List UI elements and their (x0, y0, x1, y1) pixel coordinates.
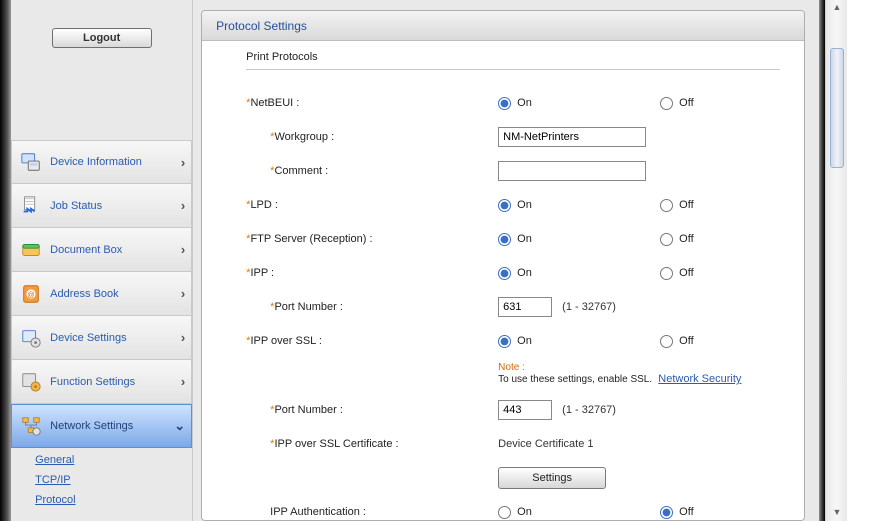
outer-scrollbar[interactable]: ▲ ▼ (825, 0, 847, 521)
row-workgroup: *Workgroup : (246, 120, 780, 154)
viewport: Logout Device Information › Job Status › (0, 0, 871, 521)
note-title: Note : (498, 362, 780, 373)
ipp-ssl-cert-value: Device Certificate 1 (498, 438, 648, 450)
ipp-ssl-on[interactable]: On (498, 335, 648, 348)
frame-gradient-left (0, 0, 11, 521)
document-box-icon (18, 237, 44, 263)
label-ipp-ssl-cert: *IPP over SSL Certificate : (246, 438, 486, 450)
address-book-icon: @ (18, 281, 44, 307)
netbeui-on[interactable]: On (498, 97, 648, 110)
page-title: Protocol Settings (216, 19, 307, 33)
ipp-ssl-port-hint: (1 - 32767) (562, 404, 616, 416)
content-card: Protocol Settings Print Protocols *NetBE… (201, 10, 805, 521)
logout-button[interactable]: Logout (52, 28, 152, 48)
content-frame: Logout Device Information › Job Status › (0, 0, 825, 521)
chevron-right-icon: › (181, 286, 185, 301)
device-settings-icon (18, 325, 44, 351)
svg-text:@: @ (27, 289, 34, 298)
sidebar-item-label: Document Box (50, 244, 122, 256)
label-ipp-ssl: *IPP over SSL : (246, 335, 486, 347)
scroll-up-icon[interactable]: ▲ (831, 2, 843, 14)
settings-button[interactable]: Settings (498, 467, 606, 489)
sidebar-sublinks: General TCP/IP Protocol (11, 448, 192, 516)
label-ipp: *IPP : (246, 267, 486, 279)
ftp-off[interactable]: Off (660, 233, 780, 246)
label-ipp-ssl-port: *Port Number : (246, 404, 486, 416)
function-settings-icon (18, 369, 44, 395)
netbeui-off[interactable]: Off (660, 97, 780, 110)
scroll-thumb[interactable] (830, 48, 844, 168)
main: Protocol Settings Print Protocols *NetBE… (193, 0, 819, 521)
network-settings-icon (18, 413, 44, 439)
label-lpd: *LPD : (246, 199, 486, 211)
lpd-off[interactable]: Off (660, 199, 780, 212)
section-title: Print Protocols (246, 51, 780, 63)
ipp-port-hint: (1 - 32767) (562, 301, 616, 313)
chevron-right-icon: › (181, 242, 185, 257)
panel: Logout Device Information › Job Status › (11, 0, 819, 521)
device-information-icon (18, 149, 44, 175)
sidebar: Logout Device Information › Job Status › (11, 0, 193, 521)
sidebar-item-label: Network Settings (50, 420, 133, 432)
workgroup-input[interactable] (498, 127, 646, 147)
ipp-ssl-off[interactable]: Off (660, 335, 780, 348)
note-link-network-security[interactable]: Network Security (658, 373, 741, 385)
card-header: Protocol Settings (202, 11, 804, 41)
row-ipp-ssl: *IPP over SSL : On Off (246, 324, 780, 358)
label-ipp-port: *Port Number : (246, 301, 486, 313)
sublink-tcpip[interactable]: TCP/IP (35, 474, 70, 486)
sublink-general[interactable]: General (35, 454, 74, 466)
sidebar-item-document-box[interactable]: Document Box › (11, 228, 192, 272)
label-netbeui: *NetBEUI : (246, 97, 486, 109)
comment-input[interactable] (498, 161, 646, 181)
label-comment: *Comment : (246, 165, 486, 177)
row-netbeui: *NetBEUI : On Off (246, 86, 780, 120)
label-ipp-auth: IPP Authentication : (246, 506, 486, 518)
sidebar-item-device-settings[interactable]: Device Settings › (11, 316, 192, 360)
ipp-port-input[interactable] (498, 297, 552, 317)
sidebar-item-address-book[interactable]: @ Address Book › (11, 272, 192, 316)
chevron-right-icon: › (181, 330, 185, 345)
ipp-on[interactable]: On (498, 267, 648, 280)
sidebar-item-label: Address Book (50, 288, 118, 300)
row-ipp-auth: IPP Authentication : On Off (246, 495, 780, 520)
row-lpd: *LPD : On Off (246, 188, 780, 222)
card-body: Print Protocols *NetBEUI : On Off *Workg… (202, 41, 804, 520)
chevron-down-icon: ⌄ (174, 418, 185, 434)
ipp-off[interactable]: Off (660, 267, 780, 280)
sidebar-item-network-settings[interactable]: Network Settings ⌄ (11, 404, 192, 448)
lpd-on[interactable]: On (498, 199, 648, 212)
row-comment: *Comment : (246, 154, 780, 188)
row-ipp: *IPP : On Off (246, 256, 780, 290)
label-ftp: *FTP Server (Reception) : (246, 233, 486, 245)
chevron-right-icon: › (181, 155, 185, 170)
row-ftp: *FTP Server (Reception) : On Off (246, 222, 780, 256)
row-ipp-port: *Port Number : (1 - 32767) (246, 290, 780, 324)
sidebar-item-label: Job Status (50, 200, 102, 212)
chevron-right-icon: › (181, 198, 185, 213)
ipp-ssl-port-input[interactable] (498, 400, 552, 420)
ipp-auth-on[interactable]: On (498, 506, 648, 519)
sidebar-item-label: Function Settings (50, 376, 135, 388)
sidebar-item-label: Device Settings (50, 332, 126, 344)
ftp-on[interactable]: On (498, 233, 648, 246)
note-text: To use these settings, enable SSL. (498, 374, 652, 385)
scroll-down-icon[interactable]: ▼ (831, 507, 843, 519)
ipp-auth-off[interactable]: Off (660, 506, 780, 519)
chevron-right-icon: › (181, 374, 185, 389)
sublink-protocol[interactable]: Protocol (35, 494, 75, 506)
label-workgroup: *Workgroup : (246, 131, 486, 143)
sidebar-item-device-information[interactable]: Device Information › (11, 140, 192, 184)
row-ipp-ssl-cert: *IPP over SSL Certificate : Device Certi… (246, 427, 780, 461)
sidebar-item-function-settings[interactable]: Function Settings › (11, 360, 192, 404)
row-note: Note : To use these settings, enable SSL… (246, 358, 780, 393)
logout-area: Logout (11, 0, 192, 140)
divider (246, 69, 780, 70)
sidebar-item-job-status[interactable]: Job Status › (11, 184, 192, 228)
row-ipp-ssl-port: *Port Number : (1 - 32767) (246, 393, 780, 427)
job-status-icon (18, 193, 44, 219)
sidebar-item-label: Device Information (50, 156, 142, 168)
row-settings-button: Settings (246, 461, 780, 495)
